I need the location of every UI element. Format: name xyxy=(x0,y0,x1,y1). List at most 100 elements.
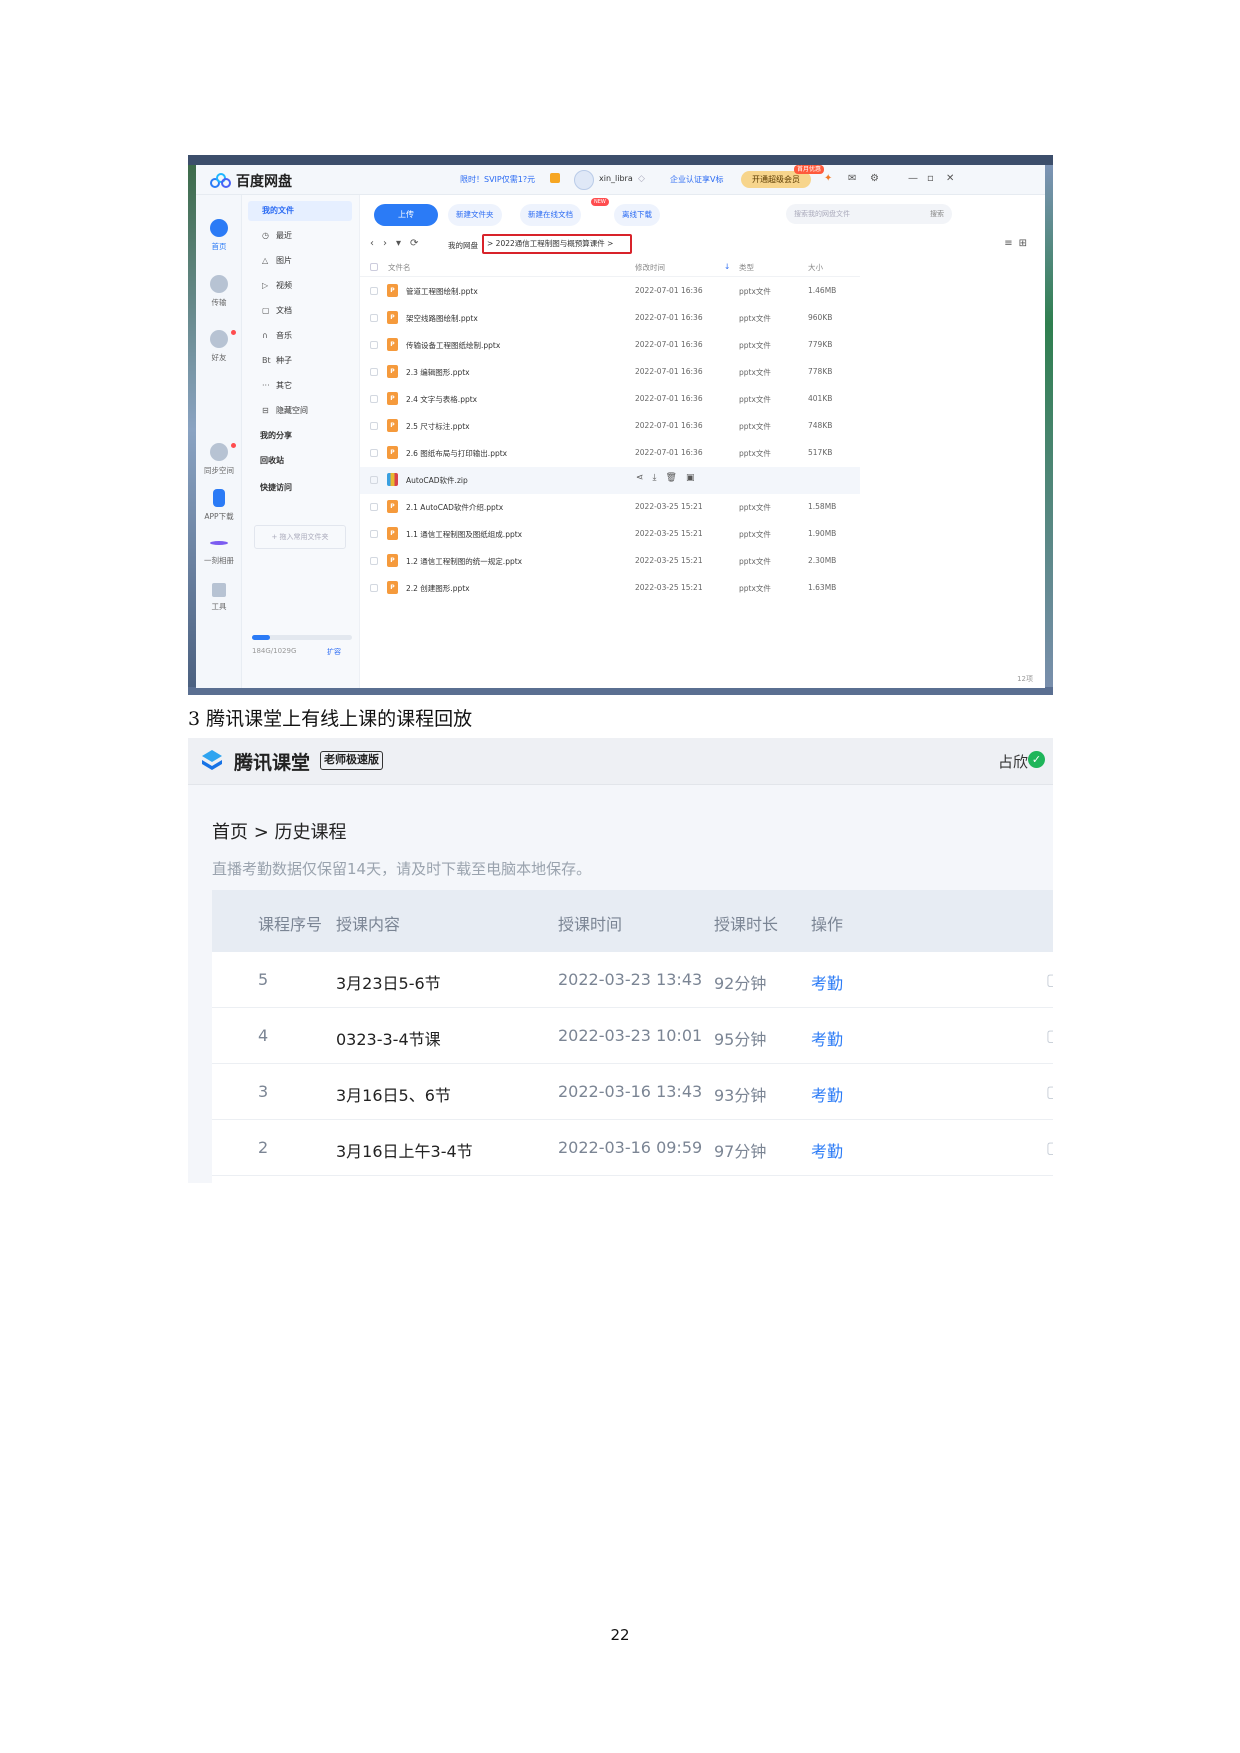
row-checkbox[interactable] xyxy=(370,449,378,457)
file-date: 2022-07-01 16:36 xyxy=(635,394,703,403)
offline-download-button[interactable]: 离线下载 xyxy=(614,204,660,226)
tree-item-docs[interactable]: ▢ 文档 xyxy=(262,305,292,316)
maximize-icon[interactable]: ▫ xyxy=(927,173,934,184)
row-checkbox[interactable] xyxy=(370,557,378,565)
col-size[interactable]: 大小 xyxy=(808,262,823,273)
nav-item-transfer[interactable]: 传输 xyxy=(196,275,242,308)
nav-item-friends[interactable]: 好友 xyxy=(196,330,242,363)
tree-item-images[interactable]: △ 图片 xyxy=(262,255,292,266)
tree-item-share[interactable]: 我的分享 xyxy=(260,430,292,441)
add-favorite-folder[interactable]: + 拖入常用文件夹 xyxy=(254,525,346,549)
row-action-icons[interactable]: ⋖⤓🗑▣ xyxy=(636,473,703,483)
svip-promo-link[interactable]: 限时！SVIP仅需1?元 xyxy=(460,174,535,185)
user-name[interactable]: 占欣 xyxy=(998,751,1028,772)
row-checkbox[interactable] xyxy=(370,287,378,295)
tree-item-music[interactable]: ∩ 音乐 xyxy=(262,330,292,341)
table-row[interactable]: P 2.3 编辑图形.pptx 2022-07-01 16:36 pptx文件 778K… xyxy=(360,359,860,386)
new-folder-button[interactable]: 新建文件夹 xyxy=(448,204,502,226)
table-row[interactable]: P 管道工程图绘制.pptx 2022-07-01 16:36 pptx文件 1.46M… xyxy=(360,278,860,305)
avatar[interactable] xyxy=(574,170,594,190)
tree-item-my-files[interactable]: 我的文件 xyxy=(248,201,352,221)
file-name[interactable]: 2.6 图纸布局与打印输出.pptx xyxy=(406,448,507,459)
file-name[interactable]: 2.1 AutoCAD软件介绍.pptx xyxy=(406,502,503,513)
attendance-link[interactable]: 考勤 xyxy=(811,970,843,994)
playback-icon[interactable]: ▢ xyxy=(1046,1026,1053,1045)
sort-arrow-icon[interactable]: ↓ xyxy=(724,262,730,271)
username[interactable]: xin_libra xyxy=(599,174,633,183)
table-row[interactable]: P 传输设备工程图纸绘制.pptx 2022-07-01 16:36 pptx文件 77… xyxy=(360,332,860,359)
file-name[interactable]: 架空线路图绘制.pptx xyxy=(406,313,478,324)
new-online-doc-button[interactable]: 新建在线文档 xyxy=(520,204,581,226)
file-name[interactable]: 2.5 尺寸标注.pptx xyxy=(406,421,470,432)
select-all-checkbox[interactable] xyxy=(370,263,378,271)
nav-item-app[interactable]: APP下载 xyxy=(196,489,242,522)
table-row[interactable]: P 2.4 文字与表格.pptx 2022-07-01 16:36 pptx文件 401… xyxy=(360,386,860,413)
row-checkbox[interactable] xyxy=(370,314,378,322)
col-date[interactable]: 修改时间 xyxy=(635,262,665,273)
tree-item-recent[interactable]: ◷ 最近 xyxy=(262,230,292,241)
tree-item-recycle[interactable]: 回收站 xyxy=(260,455,284,466)
breadcrumb-current[interactable]: > 2022通信工程制图与概预算课件 > xyxy=(482,234,632,254)
tools-icon xyxy=(212,583,226,597)
col-content: 授课内容 xyxy=(336,915,401,934)
gift-icon[interactable] xyxy=(550,173,560,183)
attendance-link[interactable]: 考勤 xyxy=(811,1026,843,1050)
row-checkbox[interactable] xyxy=(370,395,378,403)
table-row[interactable]: P 架空线路图绘制.pptx 2022-07-01 16:36 pptx文件 960KB xyxy=(360,305,860,332)
table-row[interactable]: P 2.2 创建图形.pptx 2022-03-25 15:21 pptx文件 1.63… xyxy=(360,575,860,602)
playback-icon[interactable]: ▢ xyxy=(1046,1138,1053,1157)
breadcrumb[interactable]: 首页 > 历史课程 xyxy=(212,818,347,844)
search-button[interactable]: 搜索 xyxy=(930,204,944,224)
tree-item-videos[interactable]: ▷ 视频 xyxy=(262,280,292,291)
close-icon[interactable]: ✕ xyxy=(946,173,954,184)
tree-item-other[interactable]: ··· 其它 xyxy=(262,380,292,391)
file-name[interactable]: 2.3 编辑图形.pptx xyxy=(406,367,470,378)
table-row[interactable]: P 1.2 通信工程制图的统一规定.pptx 2022-03-25 15:21 ppt… xyxy=(360,548,860,575)
nav-arrows[interactable]: ‹›▾⟳ xyxy=(370,238,427,249)
breadcrumb-root[interactable]: 我的网盘 xyxy=(448,240,478,251)
row-checkbox[interactable] xyxy=(370,476,378,484)
file-name[interactable]: 1.2 通信工程制图的统一规定.pptx xyxy=(406,556,522,567)
tree-item-hidden[interactable]: ⊟ 隐藏空间 xyxy=(262,405,308,416)
nav-item-album[interactable]: 一刻相册 xyxy=(196,533,242,566)
file-name[interactable]: 2.2 创建图形.pptx xyxy=(406,583,470,594)
row-checkbox[interactable] xyxy=(370,584,378,592)
row-checkbox[interactable] xyxy=(370,341,378,349)
row-checkbox[interactable] xyxy=(370,503,378,511)
upload-button[interactable]: 上传 xyxy=(374,204,438,226)
table-row[interactable]: P 2.5 尺寸标注.pptx 2022-07-01 16:36 pptx文件 748K… xyxy=(360,413,860,440)
nav-item-tools[interactable]: 工具 xyxy=(196,583,242,612)
file-size: 779KB xyxy=(808,340,833,349)
table-row-hovered[interactable]: AutoCAD软件.zip ⋖⤓🗑▣ xyxy=(360,467,860,494)
expand-quota-link[interactable]: 扩容 xyxy=(327,647,341,657)
gear-icon[interactable]: ⚙ xyxy=(870,173,879,184)
table-row[interactable]: P 1.1 通信工程制图及图纸组成.pptx 2022-03-25 15:21 ppt… xyxy=(360,521,860,548)
file-name[interactable]: AutoCAD软件.zip xyxy=(406,475,468,486)
col-name[interactable]: 文件名 xyxy=(388,262,411,273)
search-input[interactable]: 搜索我的网盘文件 搜索 xyxy=(786,204,952,224)
view-toggle-icons[interactable]: ≡⊞ xyxy=(1004,238,1033,249)
nav-item-sync[interactable]: 同步空间 xyxy=(196,443,242,476)
file-name[interactable]: 传输设备工程图纸绘制.pptx xyxy=(406,340,500,351)
enterprise-link[interactable]: 企业认证享V标 xyxy=(670,174,723,185)
row-checkbox[interactable] xyxy=(370,368,378,376)
row-checkbox[interactable] xyxy=(370,530,378,538)
table-row[interactable]: P 2.6 图纸布局与打印输出.pptx 2022-07-01 16:36 pptx文… xyxy=(360,440,860,467)
nav-item-home[interactable]: 首页 xyxy=(196,219,242,252)
tree-item-torrents[interactable]: Bt 种子 xyxy=(262,355,292,366)
file-name[interactable]: 管道工程图绘制.pptx xyxy=(406,286,478,297)
minimize-icon[interactable]: — xyxy=(908,173,918,184)
lock-icon: ⊟ xyxy=(262,406,269,415)
playback-icon[interactable]: ▢ xyxy=(1046,1082,1053,1101)
col-type[interactable]: 类型 xyxy=(739,262,754,273)
playback-icon[interactable]: ▢ xyxy=(1046,970,1053,989)
row-checkbox[interactable] xyxy=(370,422,378,430)
table-row[interactable]: P 2.1 AutoCAD软件介绍.pptx 2022-03-25 15:21 ppt… xyxy=(360,494,860,521)
attendance-link[interactable]: 考勤 xyxy=(811,1082,843,1106)
mail-icon[interactable]: ✉ xyxy=(848,173,856,184)
attendance-link[interactable]: 考勤 xyxy=(811,1138,843,1162)
file-name[interactable]: 1.1 通信工程制图及图纸组成.pptx xyxy=(406,529,522,540)
tree-item-quick-access[interactable]: 快捷访问 xyxy=(260,482,292,493)
game-icon[interactable]: ✦ xyxy=(824,173,832,184)
file-name[interactable]: 2.4 文字与表格.pptx xyxy=(406,394,477,405)
